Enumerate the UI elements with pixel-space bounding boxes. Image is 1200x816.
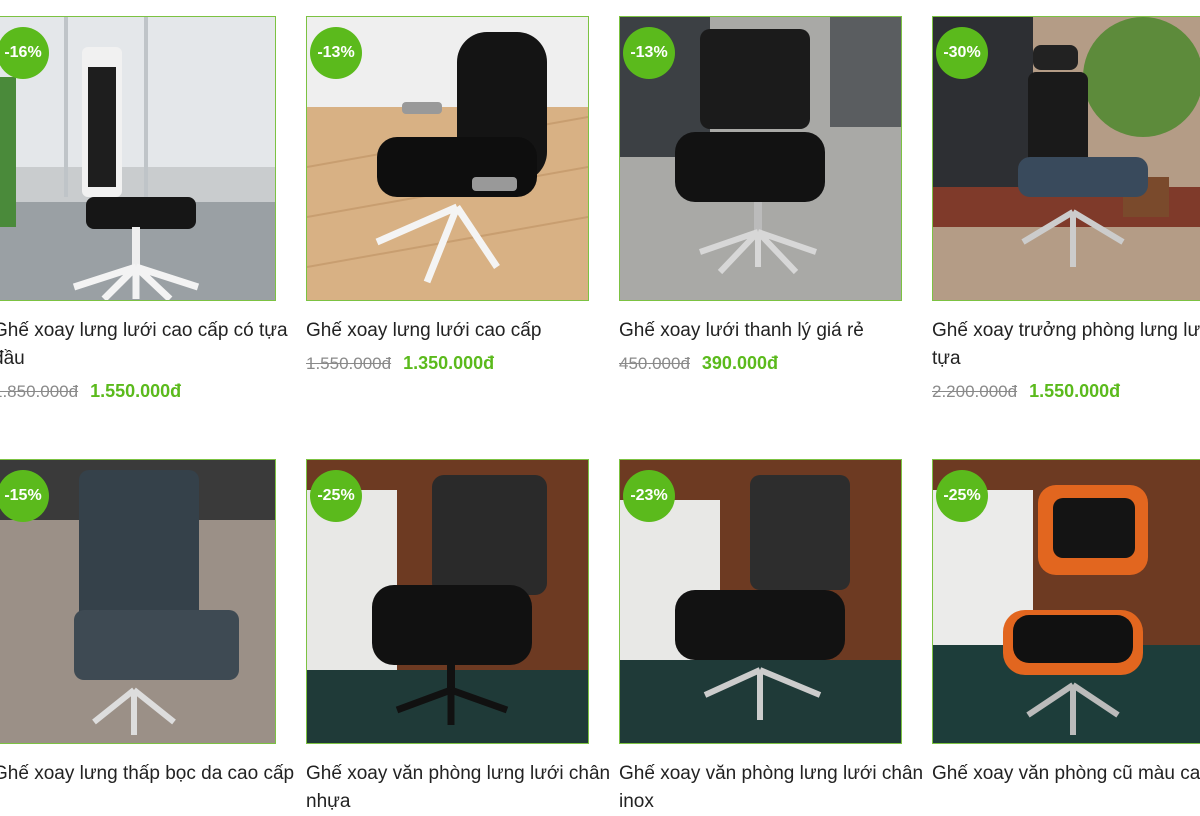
sale-price: 390.000đ <box>701 353 778 373</box>
discount-badge: -23% <box>623 470 675 522</box>
discount-badge: -30% <box>936 27 988 79</box>
product-image[interactable]: -30% <box>932 16 1200 301</box>
product-price: 450.000đ 390.000đ <box>619 353 778 374</box>
sale-price: 1.350.000đ <box>403 353 495 373</box>
product-price: 2.200.000đ 1.550.000đ <box>932 381 1120 402</box>
product-image[interactable]: -15% <box>0 459 276 744</box>
product-name[interactable]: Ghế xoay lưng thấp bọc da cao cấp <box>0 760 323 788</box>
product-name[interactable]: Ghế xoay văn phòng lưng lưới chân nhựa <box>306 760 636 816</box>
product-name[interactable]: Ghế xoay lưới thanh lý giá rẻ <box>619 317 949 345</box>
sale-price: 1.550.000đ <box>90 381 182 401</box>
old-price: 450.000đ <box>619 354 690 373</box>
discount-badge: -25% <box>310 470 362 522</box>
product-image[interactable]: -16% <box>0 16 276 301</box>
product-image[interactable]: -13% <box>306 16 589 301</box>
product-price: 1.850.000đ 1.550.000đ <box>0 381 181 402</box>
product-price: 1.550.000đ 1.350.000đ <box>306 353 494 374</box>
product-image[interactable]: -25% <box>932 459 1200 744</box>
product-name[interactable]: Ghế xoay văn phòng cũ màu cam đen <box>932 760 1200 788</box>
sale-price: 1.550.000đ <box>1029 381 1121 401</box>
discount-badge: -13% <box>310 27 362 79</box>
discount-badge: -25% <box>936 470 988 522</box>
discount-badge: -13% <box>623 27 675 79</box>
old-price: 2.200.000đ <box>932 382 1018 401</box>
product-name[interactable]: Ghế xoay lưng lưới cao cấp có tựa đầu <box>0 317 323 373</box>
old-price: 1.850.000đ <box>0 382 79 401</box>
old-price: 1.550.000đ <box>306 354 392 373</box>
product-image[interactable]: -25% <box>306 459 589 744</box>
product-name[interactable]: Ghế xoay văn phòng lưng lưới chân inox <box>619 760 949 816</box>
product-image[interactable]: -13% <box>619 16 902 301</box>
product-image[interactable]: -23% <box>619 459 902 744</box>
product-name[interactable]: Ghế xoay lưng lưới cao cấp <box>306 317 636 345</box>
product-name[interactable]: Ghế xoay trưởng phòng lưng lưới có tựa <box>932 317 1200 373</box>
